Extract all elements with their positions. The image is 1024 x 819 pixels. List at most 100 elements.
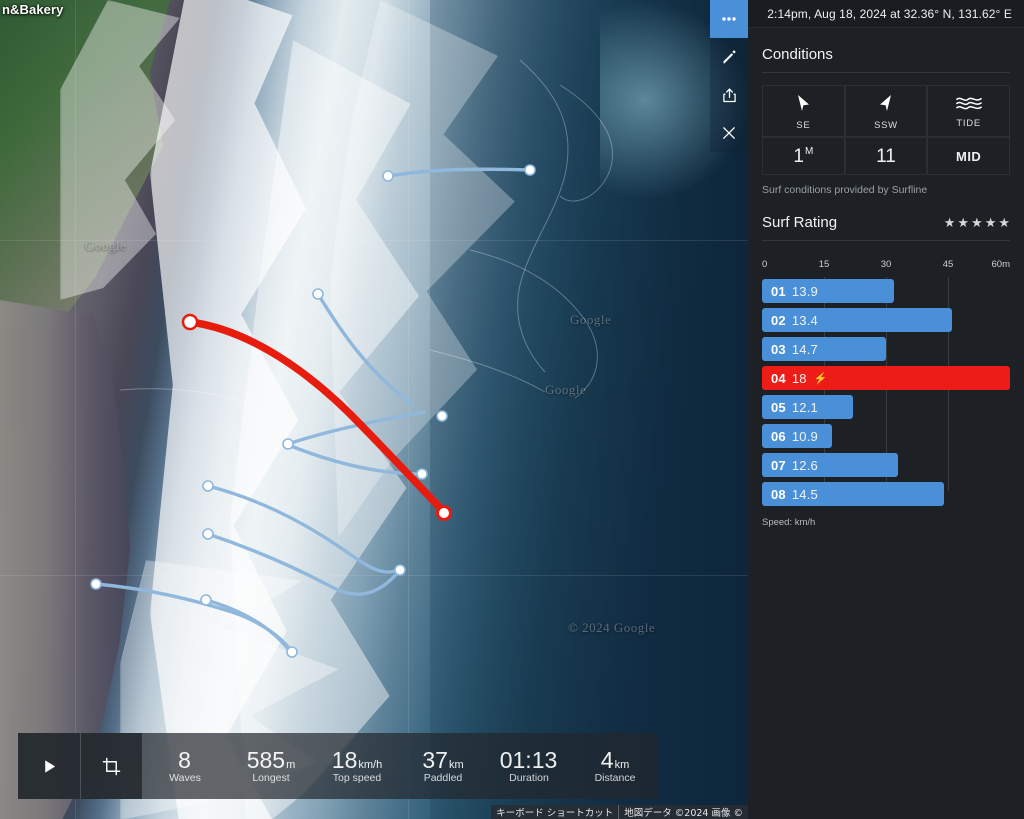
map-watermark: Google	[570, 312, 612, 327]
wave-track-3	[316, 292, 414, 406]
wave-track-6	[206, 532, 402, 596]
share-icon	[722, 87, 736, 102]
wave-index: 01	[771, 283, 786, 299]
map-watermark: Google	[85, 238, 127, 253]
stat-value: 18km/h	[331, 746, 383, 773]
wave-bar-02[interactable]: 02 13.4	[762, 308, 953, 332]
wave-bar-05[interactable]: 05 12.1	[762, 395, 853, 419]
wave-index: 05	[771, 399, 786, 415]
map-tool-rail	[710, 0, 748, 152]
tide-state-value: MID	[955, 148, 982, 164]
swell-height-value: 1M	[793, 145, 814, 167]
wave-index: 03	[771, 341, 786, 357]
wind-arrow-icon	[879, 95, 891, 111]
conditions-title-row: Conditions	[762, 28, 1010, 72]
wave-bar-07[interactable]: 07 12.6	[762, 453, 899, 477]
wave-bar-01[interactable]: 01 13.9	[762, 279, 895, 303]
wave-speed-value: 14.5	[791, 486, 818, 502]
stat-label: Distance	[594, 771, 636, 784]
wave-bar-row: 06 10.9	[762, 422, 1010, 451]
wave-bar-row: 04 18 ⚡	[762, 364, 1010, 393]
top-speed-bolt-icon: ⚡	[813, 372, 828, 385]
wave-bar-row: 02 13.4	[762, 306, 1010, 335]
map-data-credit: 地図データ ©2024 画像 ©	[618, 805, 748, 819]
selected-track-end	[436, 505, 452, 521]
axis-tick-label: 15	[818, 259, 830, 270]
play-button[interactable]	[18, 733, 80, 799]
axis-tick-label: 0	[762, 259, 768, 270]
map-watermark: Google	[545, 382, 587, 397]
pencil-icon	[722, 49, 736, 63]
session-detail-panel: 2:14pm, Aug 18, 2024 at 32.36° N, 131.62…	[748, 0, 1024, 819]
conditions-section: Conditions SE SSW TIDE 1M 11 MID Surf co…	[748, 28, 1024, 196]
stat-longest: 585m Longest	[228, 733, 314, 799]
session-timestamp: 2:14pm, Aug 18, 2024 at 32.36° N, 131.62…	[767, 6, 1012, 21]
surf-rating-title: Surf Rating	[762, 214, 838, 231]
crop-button[interactable]	[80, 733, 142, 799]
gps-track-overlay	[90, 59, 614, 658]
star-icon: ★	[943, 215, 956, 230]
wave-chart: 0 15 30 45 60m 01 13.9 02 13.4 03 14.7 04 18 ⚡ 05 12.1…	[762, 259, 1010, 528]
wave-bar-row: 03 14.7	[762, 335, 1010, 364]
stat-label: Paddled	[423, 771, 463, 784]
wave-speed-value: 12.1	[791, 399, 818, 415]
swell-height-tile: 1M	[762, 137, 845, 175]
surf-rating-section: Surf Rating ★ ★ ★ ★ ★ 0 15 30 45 60m 01 13.9 02 13.…	[748, 196, 1024, 528]
tide-waves-icon	[955, 97, 982, 110]
wave-index: 07	[771, 457, 786, 473]
star-icon: ★	[971, 215, 983, 230]
wave-speed-value: 12.6	[791, 457, 818, 473]
star-icon: ★	[984, 215, 997, 230]
wind-direction-tile: SSW	[844, 85, 928, 137]
stat-label: Longest	[252, 771, 290, 784]
tide-state-tile: MID	[927, 137, 1010, 175]
close-button[interactable]	[710, 114, 748, 152]
stat-label: Waves	[169, 771, 201, 784]
wave-index: 04	[771, 370, 786, 386]
stat-label: Top speed	[332, 771, 382, 784]
stat-value: 585m	[246, 746, 296, 773]
session-stats-bar: 8 Waves 585m Longest 18km/h Top speed 37…	[18, 733, 658, 799]
wave-index: 08	[771, 486, 786, 502]
wave-bar-03[interactable]: 03 14.7	[762, 337, 886, 361]
wave-bar-row: 07 12.6	[762, 451, 1010, 480]
wave-speed-value: 10.9	[791, 428, 818, 444]
wave-track-1	[386, 167, 532, 178]
wave-bar-08[interactable]: 08 14.5	[762, 482, 944, 506]
wave-index: 06	[771, 428, 786, 444]
wind-speed-tile: 11	[844, 137, 928, 175]
wave-bar-row: 08 14.5	[762, 480, 1010, 509]
axis-tick-label: 30	[880, 259, 892, 270]
stat-value: 4km	[600, 746, 630, 773]
wave-bar-06[interactable]: 06 10.9	[762, 424, 833, 448]
wave-chart-legend: Speed: km/h	[762, 517, 816, 528]
surf-rating-title-row: Surf Rating ★ ★ ★ ★ ★	[762, 196, 1010, 240]
star-icon: ★	[998, 215, 1010, 230]
faint-track-group	[119, 59, 614, 405]
stat-label: Duration	[509, 771, 549, 784]
stat-duration: 01:13 Duration	[486, 733, 572, 799]
wave-speed-value: 18	[791, 370, 807, 386]
divider	[762, 240, 1010, 241]
wave-bar-04[interactable]: 04 18 ⚡	[762, 366, 1010, 390]
ellipsis-icon	[722, 17, 736, 21]
wind-direction-label: SSW	[874, 120, 898, 131]
tide-label: TIDE	[956, 118, 981, 129]
wave-speed-value: 13.9	[791, 283, 818, 299]
keyboard-shortcuts-link[interactable]: キーボード ショートカット	[491, 805, 619, 819]
stat-waves: 8 Waves	[142, 733, 228, 799]
swell-direction-tile: SE	[762, 85, 845, 137]
wave-track-group	[94, 167, 532, 654]
surf-session-screen: n&Bakery Google Google Google © 2024 Goo…	[0, 0, 1024, 819]
stat-distance: 4km Distance	[572, 733, 658, 799]
panel-header: 2:14pm, Aug 18, 2024 at 32.36° N, 131.62…	[748, 0, 1024, 28]
conditions-grid: SE SSW TIDE 1M 11 MID	[762, 85, 1010, 175]
more-options-button[interactable]	[710, 0, 748, 38]
edit-button[interactable]	[710, 38, 748, 76]
swell-direction-label: SE	[796, 120, 811, 131]
share-button[interactable]	[710, 76, 748, 114]
map-canvas[interactable]: n&Bakery Google Google Google © 2024 Goo…	[0, 0, 748, 819]
wave-chart-axis: 0 15 30 45 60m	[762, 259, 1010, 273]
stat-value: 8	[178, 746, 191, 773]
wave-speed-value: 13.4	[791, 312, 818, 328]
